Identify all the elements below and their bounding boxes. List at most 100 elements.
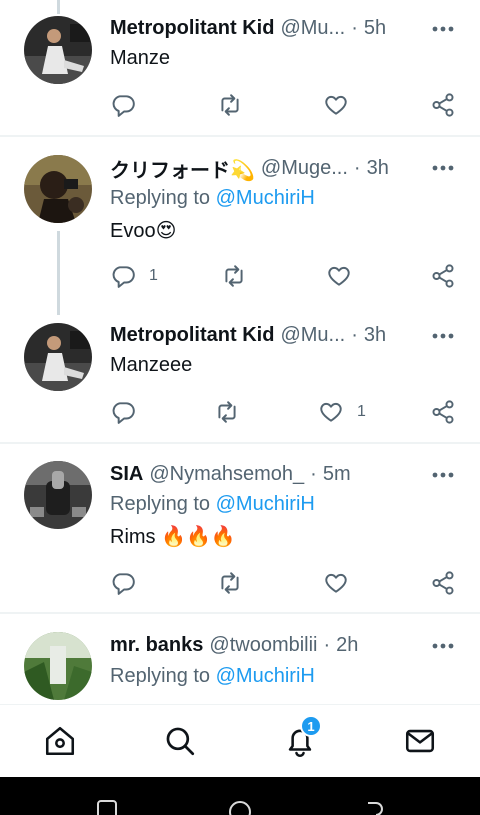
search-tab[interactable] — [162, 723, 198, 759]
more-options-icon[interactable] — [432, 464, 454, 486]
avatar[interactable] — [24, 461, 92, 529]
separator-dot: · — [353, 156, 361, 179]
tweet-text: Manzeee — [110, 354, 193, 376]
timestamp[interactable]: 5h — [364, 17, 386, 40]
tweet-header: mr. banks @twoombilii · 2h — [110, 632, 358, 658]
tweet-text: Manze — [110, 47, 171, 69]
system-navigation-bar — [0, 777, 480, 815]
like-button[interactable] — [326, 261, 365, 291]
more-options-icon[interactable] — [432, 325, 454, 347]
timestamp[interactable]: 3h — [367, 157, 389, 180]
reply-icon — [112, 266, 135, 288]
avatar[interactable] — [24, 16, 92, 84]
avatar[interactable] — [24, 632, 92, 700]
display-name[interactable]: Metropolitant Kid — [110, 324, 274, 347]
replying-to: Replying to @MuchiriH — [110, 493, 315, 516]
share-icon — [432, 93, 454, 117]
tweet-actions: 1 — [0, 397, 480, 427]
retweet-button[interactable] — [214, 397, 240, 427]
messages-tab[interactable] — [402, 723, 438, 759]
tweet-text: Rims 🔥🔥🔥 — [110, 526, 236, 548]
tweet-header: Metropolitant Kid @Mu... · 3h — [110, 322, 386, 348]
back-icon[interactable] — [360, 799, 386, 815]
tweet[interactable]: SIA @Nymahsemoh_ · 5m Replying to @Muchi… — [0, 444, 480, 614]
heart-icon — [325, 573, 347, 593]
more-options-icon[interactable] — [432, 18, 454, 40]
mention-link[interactable]: @MuchiriH — [216, 665, 315, 687]
timestamp[interactable]: 3h — [364, 324, 386, 347]
share-button[interactable] — [430, 568, 456, 598]
reply-icon — [112, 402, 135, 424]
heart-icon — [320, 402, 342, 422]
mention-link[interactable]: @MuchiriH — [216, 493, 315, 515]
display-name[interactable]: mr. banks — [110, 634, 203, 657]
tweet-actions: 1 — [0, 261, 480, 291]
more-options-icon[interactable] — [432, 157, 454, 179]
reply-button[interactable] — [110, 397, 149, 427]
mention-link[interactable]: @MuchiriH — [216, 187, 315, 209]
retweet-icon — [218, 401, 236, 423]
reply-count: 1 — [149, 267, 158, 284]
home-system-icon[interactable] — [227, 799, 253, 815]
tweet[interactable]: クリフォード💫 @Muge... · 3h Replying to @Muchi… — [0, 137, 480, 315]
tweet-header: SIA @Nymahsemoh_ · 5m — [110, 461, 351, 487]
more-options-icon[interactable] — [432, 635, 454, 657]
home-icon — [45, 726, 75, 756]
tweet[interactable]: Metropolitant Kid @Mu... · 5h Manze — [0, 0, 480, 137]
retweet-button[interactable] — [221, 261, 247, 291]
user-handle[interactable]: @twoombilii — [209, 634, 317, 657]
reply-button[interactable]: 1 — [110, 261, 158, 291]
replying-to: Replying to @MuchiriH — [110, 665, 315, 688]
user-handle[interactable]: @Muge... — [261, 157, 348, 180]
share-icon — [432, 571, 454, 595]
thread-line — [57, 0, 60, 14]
like-button[interactable] — [323, 90, 362, 120]
home-tab[interactable] — [42, 723, 78, 759]
separator-dot: · — [351, 323, 358, 346]
heart-icon — [328, 266, 350, 286]
display-name[interactable]: クリフォード💫 — [110, 154, 255, 183]
mail-icon — [405, 729, 435, 753]
tweet[interactable]: mr. banks @twoombilii · 2h Replying to @… — [0, 614, 480, 704]
timestamp[interactable]: 2h — [336, 634, 358, 657]
retweet-icon — [221, 94, 239, 116]
tweet-actions — [0, 90, 480, 120]
share-icon — [432, 400, 454, 424]
share-button[interactable] — [430, 90, 456, 120]
display-name[interactable]: SIA — [110, 463, 143, 486]
timestamp[interactable]: 5m — [323, 463, 351, 486]
bottom-nav: 1 — [0, 704, 480, 777]
share-button[interactable] — [430, 397, 456, 427]
reply-icon — [112, 95, 135, 117]
user-handle[interactable]: @Nymahsemoh_ — [149, 463, 304, 486]
avatar[interactable] — [24, 155, 92, 223]
tweet-header: クリフォード💫 @Muge... · 3h — [110, 154, 389, 183]
recent-apps-icon[interactable] — [94, 799, 120, 815]
avatar[interactable] — [24, 323, 92, 391]
like-button[interactable]: 1 — [318, 397, 366, 427]
heart-icon — [325, 95, 347, 115]
display-name[interactable]: Metropolitant Kid — [110, 17, 274, 40]
tweet[interactable]: Metropolitant Kid @Mu... · 3h Manzeee 1 — [0, 307, 480, 444]
share-button[interactable] — [430, 261, 456, 291]
reply-icon — [112, 573, 135, 595]
share-icon — [432, 264, 454, 288]
notification-badge: 1 — [300, 715, 322, 737]
separator-dot: · — [351, 16, 358, 39]
user-handle[interactable]: @Mu... — [280, 17, 345, 40]
replying-to-label: Replying to — [110, 493, 211, 515]
reply-button[interactable] — [110, 90, 149, 120]
tweet-header: Metropolitant Kid @Mu... · 5h — [110, 15, 386, 41]
replying-to-label: Replying to — [110, 187, 211, 209]
user-handle[interactable]: @Mu... — [280, 324, 345, 347]
search-icon — [166, 727, 195, 756]
tweet-actions — [0, 568, 480, 598]
like-count: 1 — [357, 403, 366, 420]
like-button[interactable] — [323, 568, 362, 598]
reply-button[interactable] — [110, 568, 149, 598]
retweet-button[interactable] — [217, 568, 243, 598]
retweet-button[interactable] — [217, 90, 243, 120]
replying-to-label: Replying to — [110, 665, 211, 687]
separator-dot: · — [323, 633, 331, 656]
timeline: Metropolitant Kid @Mu... · 5h Manze クリフォ… — [0, 0, 480, 704]
